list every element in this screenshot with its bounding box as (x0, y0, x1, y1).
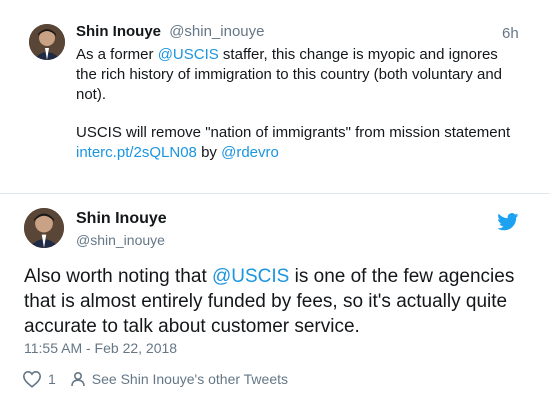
person-icon (70, 371, 85, 387)
tweet-text-line: the rich history of immigration to this … (76, 66, 503, 83)
mention-link[interactable]: @USCIS (212, 266, 289, 287)
text-segment: by (196, 144, 222, 161)
text-segment: staffer, this change is myopic and ignor… (218, 46, 498, 63)
avatar[interactable] (24, 208, 64, 248)
tweet-text: Also worth noting that @USCIS is one of … (24, 264, 529, 339)
quote-title: USCIS will remove "nation of immigrants"… (76, 124, 511, 141)
tweet-timestamp[interactable]: 11:55 AM - Feb 22, 2018 (24, 340, 177, 356)
parent-tweet: Shin Inouye @shin_inouye 6h As a former … (0, 0, 550, 193)
heart-icon[interactable] (22, 370, 42, 388)
quote-source-line: interc.pt/2sQLN08 by @rdevro (76, 143, 536, 163)
twitter-bird-icon[interactable] (497, 213, 519, 231)
mention-link[interactable]: @rdevro (221, 144, 279, 161)
mention-link[interactable]: @USCIS (158, 46, 219, 63)
tweet-time[interactable]: 6h (502, 25, 519, 42)
text-segment: Also worth noting that (24, 266, 212, 287)
tweet-actions: 1 See Shin Inouye's other Tweets (22, 369, 288, 389)
tweet-text: As a former @USCIS staffer, this change … (76, 45, 536, 163)
tweet-header: Shin Inouye @shin_inouye (76, 23, 264, 41)
author-handle[interactable]: @shin_inouye (169, 23, 264, 40)
author-name[interactable]: Shin Inouye (76, 23, 161, 40)
author-name[interactable]: Shin Inouye (76, 210, 167, 228)
divider (0, 193, 550, 194)
like-count[interactable]: 1 (48, 371, 56, 387)
other-tweets-link[interactable]: See Shin Inouye's other Tweets (92, 371, 288, 387)
avatar[interactable] (29, 24, 65, 60)
text-segment: As a former (76, 46, 158, 63)
short-url-link[interactable]: interc.pt/2sQLN08 (76, 144, 197, 161)
tweet-text-line: not). (76, 86, 107, 103)
tweet-text-line: As a former @USCIS staffer, this change … (76, 45, 536, 65)
author-handle[interactable]: @shin_inouye (76, 232, 165, 248)
